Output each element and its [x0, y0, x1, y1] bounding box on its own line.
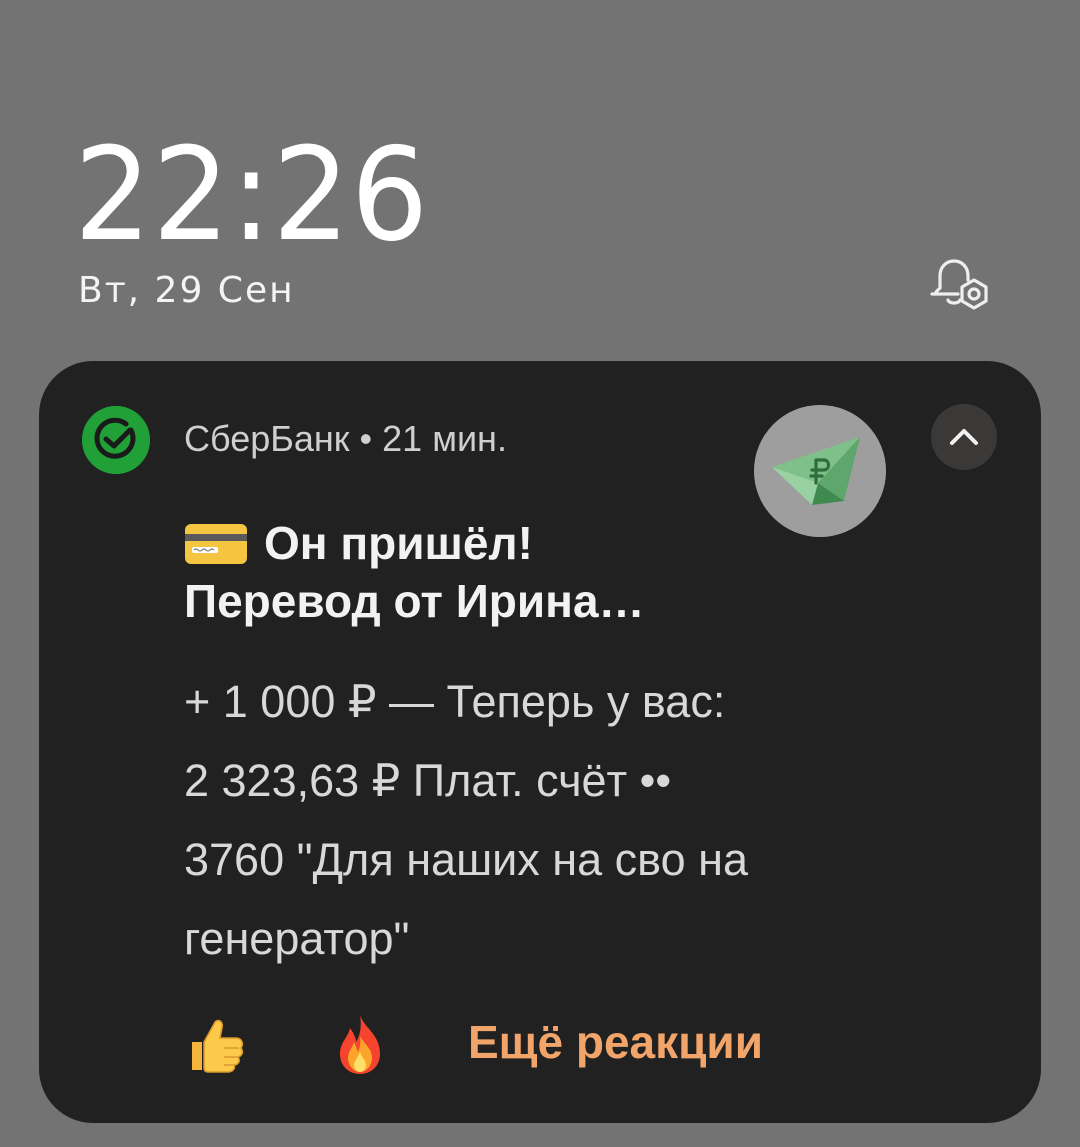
collapse-button[interactable]	[931, 404, 997, 470]
body-line: + 1 000 ₽ — Теперь у вас:	[184, 676, 726, 727]
body-line: 3760 "Для наших на сво на	[184, 834, 748, 885]
notification-time: 21 мин.	[382, 418, 507, 459]
more-reactions-button[interactable]: Ещё реакции	[468, 1015, 763, 1069]
sberbank-icon	[82, 406, 150, 474]
chevron-up-icon	[950, 429, 978, 445]
notification-header: СберБанк • 21 мин.	[184, 418, 507, 460]
lockscreen-date: Вт, 29 Сен	[78, 270, 295, 311]
title-line-2: Перевод от Ирина…	[184, 575, 645, 627]
notification-settings-icon[interactable]	[928, 254, 998, 314]
reaction-fire[interactable]	[330, 1012, 390, 1076]
reaction-thumbs-up[interactable]	[186, 1012, 246, 1076]
notification-title: Он пришёл! Перевод от Ирина…	[184, 514, 744, 630]
lockscreen-clock: 22:26	[74, 121, 430, 270]
notification-body: + 1 000 ₽ — Теперь у вас: 2 323,63 ₽ Пла…	[184, 662, 904, 978]
fire-icon	[340, 1015, 380, 1074]
title-line-1: Он пришёл!	[264, 517, 533, 569]
header-separator: •	[359, 418, 373, 459]
credit-card-icon	[184, 521, 248, 565]
paper-plane-money-icon	[754, 405, 886, 537]
body-line: 2 323,63 ₽ Плат. счёт ••	[184, 755, 672, 806]
thumbs-up-icon	[192, 1019, 244, 1073]
app-name: СберБанк	[184, 418, 350, 459]
body-line: генератор"	[184, 913, 410, 964]
